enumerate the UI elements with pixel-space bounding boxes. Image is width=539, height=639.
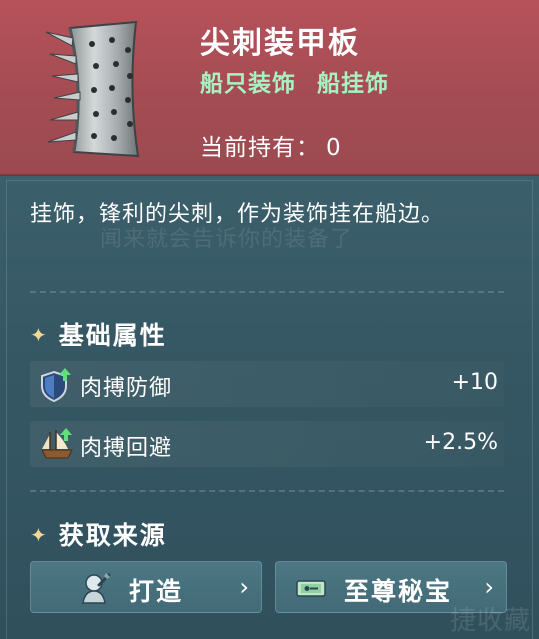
- item-description: 挂饰，锋利的尖刺，作为装饰挂在船边。: [30, 202, 445, 227]
- item-name: 尖刺装甲板: [200, 26, 360, 61]
- star-icon: ✦: [30, 323, 49, 347]
- stat-row: 肉搏防御 +10: [30, 361, 504, 407]
- owned-label: 当前持有：: [200, 135, 320, 161]
- stat-value: +10: [451, 370, 498, 395]
- stat-label: 肉搏防御: [80, 376, 173, 401]
- supreme-treasure-label: 至尊秘宝: [344, 577, 453, 606]
- craft-button[interactable]: 打造 ›: [30, 561, 262, 613]
- ship-up-icon: [41, 428, 73, 459]
- item-tooltip-card: 尖刺装甲板 船只装饰 船挂饰 当前持有： 0 闻来就会告诉你的装备了 挂饰，锋利的…: [0, 0, 539, 639]
- watermark: 捷收藏: [449, 606, 531, 636]
- star-icon: ✦: [30, 523, 49, 547]
- owned-count: 当前持有： 0: [200, 128, 342, 162]
- spiked-armor-plate-icon: [45, 20, 140, 158]
- shield-up-icon: [41, 368, 71, 402]
- item-details-panel: 闻来就会告诉你的装备了 挂饰，锋利的尖刺，作为装饰挂在船边。 ✦ 基础属性 肉搏防…: [0, 176, 539, 639]
- stat-value: +2.5%: [423, 430, 498, 455]
- treasure-ticket-icon: [296, 580, 326, 597]
- item-categories: 船只装饰 船挂饰: [200, 64, 389, 98]
- item-header: 尖刺装甲板 船只装饰 船挂饰 当前持有： 0: [0, 0, 539, 176]
- divider: [30, 291, 504, 293]
- sources-title: ✦ 获取来源: [30, 521, 167, 550]
- owned-value: 0: [326, 135, 342, 161]
- craft-icon: [82, 573, 111, 604]
- chevron-right-icon: ›: [484, 573, 494, 601]
- stat-label: 肉搏回避: [80, 436, 173, 461]
- category-tag: 船只装饰: [200, 71, 296, 97]
- chevron-right-icon: ›: [239, 573, 249, 601]
- craft-button-label: 打造: [129, 577, 184, 606]
- divider: [30, 490, 504, 492]
- base-attributes-title: ✦ 基础属性: [30, 321, 167, 350]
- category-tag: 船挂饰: [317, 71, 390, 97]
- stat-row: 肉搏回避 +2.5%: [30, 421, 504, 467]
